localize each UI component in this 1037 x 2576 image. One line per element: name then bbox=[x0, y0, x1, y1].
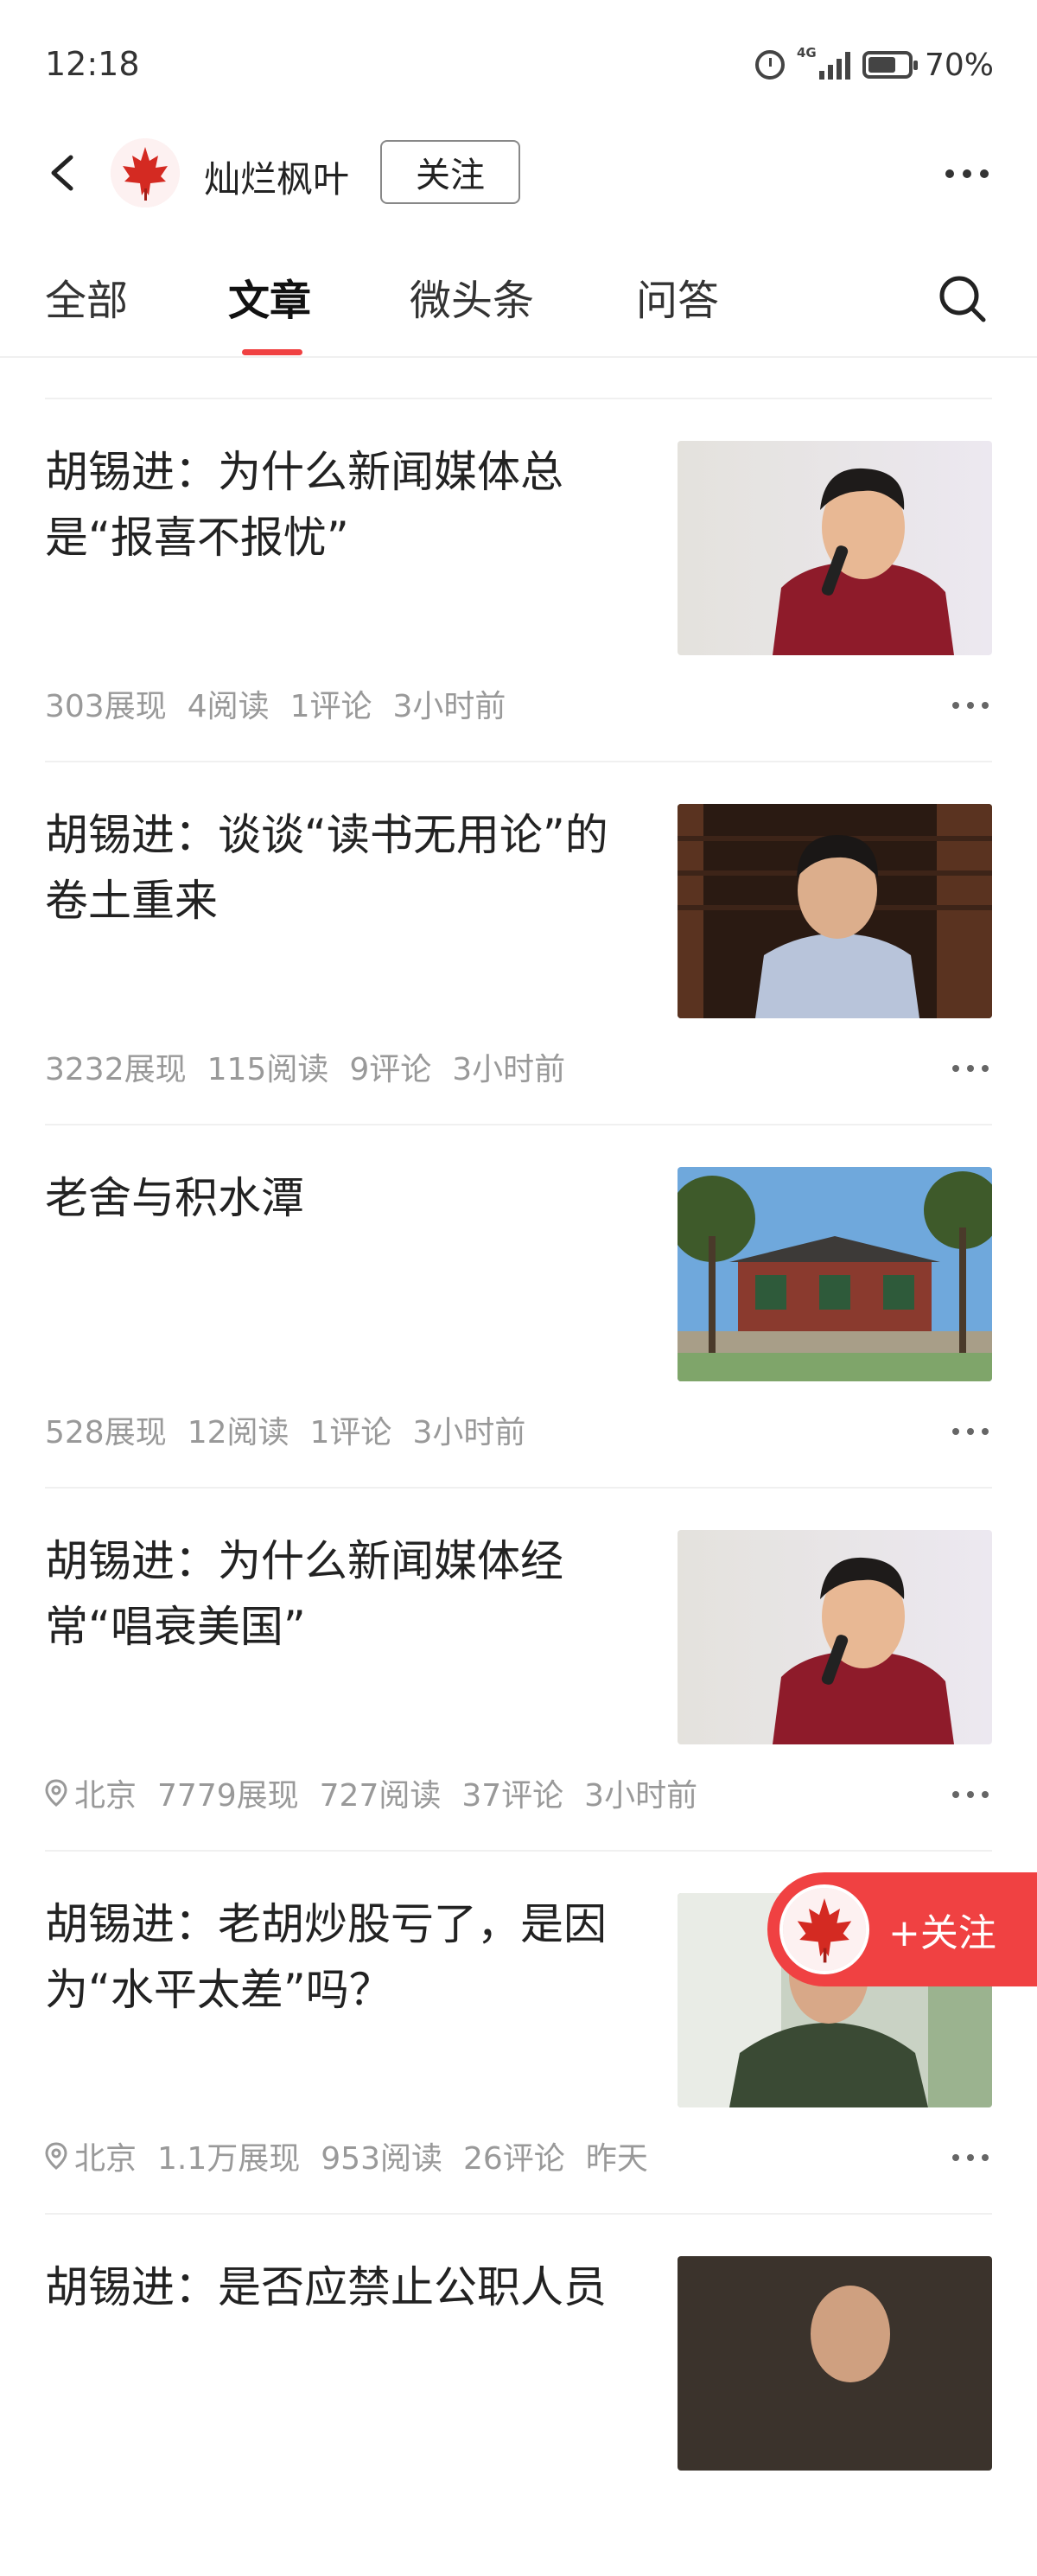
status-bar: 12:18 4G 70% bbox=[0, 0, 1037, 130]
comment-count: 26评论 bbox=[463, 2141, 565, 2177]
tab-all[interactable]: 全部 bbox=[45, 266, 128, 327]
alarm-icon bbox=[754, 50, 785, 80]
article-meta: 303展现 4阅读 1评论 3小时前 bbox=[45, 681, 506, 726]
more-options-icon[interactable] bbox=[945, 169, 989, 178]
location: 北京 bbox=[45, 1770, 137, 1815]
signal-icon: 4G bbox=[796, 45, 850, 80]
follow-button[interactable]: 关注 bbox=[380, 140, 520, 204]
view-count: 528展现 bbox=[45, 1415, 167, 1451]
article-title[interactable]: 胡锡进：为什么新闻媒体经常“唱衰美国” bbox=[45, 1528, 650, 1660]
battery-percent: 70% bbox=[924, 47, 994, 83]
article-more-icon[interactable] bbox=[952, 2154, 989, 2161]
status-time: 12:18 bbox=[45, 45, 140, 83]
search-icon[interactable] bbox=[937, 273, 989, 325]
article-thumbnail[interactable] bbox=[678, 1530, 992, 1744]
view-count: 3232展现 bbox=[45, 1052, 187, 1087]
floating-follow-label: +关注 bbox=[888, 1911, 996, 1955]
read-count: 727阅读 bbox=[319, 1778, 442, 1814]
article-feed: 胡锡进：为什么新闻媒体总是“报喜不报忧” 303展现 4阅读 1评论 3小时前 … bbox=[45, 398, 992, 2576]
location-text: 北京 bbox=[74, 1778, 137, 1814]
back-arrow-icon[interactable] bbox=[45, 154, 80, 192]
article-more-icon[interactable] bbox=[952, 1428, 989, 1435]
publish-time: 3小时前 bbox=[452, 1052, 566, 1087]
comment-count: 1评论 bbox=[289, 689, 372, 724]
article-meta: 北京 7779展现 727阅读 37评论 3小时前 bbox=[45, 1770, 697, 1815]
article-more-icon[interactable] bbox=[952, 1791, 989, 1798]
comment-count: 1评论 bbox=[309, 1415, 392, 1451]
status-icons: 4G 70% bbox=[754, 43, 994, 86]
tab-articles[interactable]: 文章 bbox=[228, 266, 311, 327]
publish-time: 昨天 bbox=[585, 2141, 648, 2177]
article-title[interactable]: 胡锡进：是否应禁止公职人员 bbox=[45, 2254, 650, 2320]
tab-qa[interactable]: 问答 bbox=[636, 266, 719, 327]
location-text: 北京 bbox=[74, 2141, 137, 2177]
comment-count: 9评论 bbox=[349, 1052, 432, 1087]
article-item[interactable]: 胡锡进：为什么新闻媒体总是“报喜不报忧” 303展现 4阅读 1评论 3小时前 bbox=[45, 398, 992, 761]
article-thumbnail[interactable] bbox=[678, 441, 992, 655]
article-more-icon[interactable] bbox=[952, 1065, 989, 1072]
read-count: 115阅读 bbox=[207, 1052, 329, 1087]
article-thumbnail[interactable] bbox=[678, 2256, 992, 2471]
author-header: 灿烂枫叶 关注 bbox=[0, 130, 1037, 216]
article-item[interactable]: 胡锡进：为什么新闻媒体经常“唱衰美国” 北京 7779展现 727阅读 37评论… bbox=[45, 1487, 992, 1850]
article-title[interactable]: 老舍与积水潭 bbox=[45, 1165, 650, 1231]
author-avatar[interactable] bbox=[111, 138, 180, 207]
view-count: 7779展现 bbox=[157, 1778, 299, 1814]
article-item[interactable]: 胡锡进：是否应禁止公职人员 bbox=[45, 2213, 992, 2576]
article-meta: 528展现 12阅读 1评论 3小时前 bbox=[45, 1407, 525, 1452]
article-meta: 3232展现 115阅读 9评论 3小时前 bbox=[45, 1044, 565, 1089]
publish-time: 3小时前 bbox=[584, 1778, 698, 1814]
battery-icon bbox=[862, 51, 918, 79]
tab-bar: 全部 文章 微头条 问答 bbox=[0, 259, 1037, 358]
author-name[interactable]: 灿烂枫叶 bbox=[204, 150, 349, 203]
article-more-icon[interactable] bbox=[952, 702, 989, 709]
article-title[interactable]: 胡锡进：谈谈“读书无用论”的卷土重来 bbox=[45, 802, 650, 934]
tab-micro-headlines[interactable]: 微头条 bbox=[410, 266, 534, 327]
view-count: 1.1万展现 bbox=[157, 2141, 301, 2177]
article-item[interactable]: 胡锡进：谈谈“读书无用论”的卷土重来 3232展现 115阅读 9评论 3小时前 bbox=[45, 761, 992, 1124]
floating-author-avatar bbox=[779, 1884, 869, 1974]
location: 北京 bbox=[45, 2133, 137, 2178]
article-thumbnail[interactable] bbox=[678, 804, 992, 1018]
view-count: 303展现 bbox=[45, 689, 167, 724]
article-title[interactable]: 胡锡进：老胡炒股亏了，是因为“水平太差”吗？ bbox=[45, 1891, 650, 2023]
read-count: 12阅读 bbox=[187, 1415, 289, 1451]
maple-leaf-icon bbox=[783, 1888, 866, 1971]
active-tab-indicator bbox=[242, 349, 302, 355]
location-pin-icon bbox=[45, 2142, 67, 2170]
article-thumbnail[interactable] bbox=[678, 1167, 992, 1381]
read-count: 4阅读 bbox=[187, 689, 270, 724]
article-meta: 北京 1.1万展现 953阅读 26评论 昨天 bbox=[45, 2133, 648, 2178]
article-item[interactable]: 老舍与积水潭 528展现 12阅读 1评论 3小时前 bbox=[45, 1124, 992, 1487]
read-count: 953阅读 bbox=[321, 2141, 442, 2177]
article-title[interactable]: 胡锡进：为什么新闻媒体总是“报喜不报忧” bbox=[45, 439, 650, 571]
publish-time: 3小时前 bbox=[412, 1415, 526, 1451]
publish-time: 3小时前 bbox=[392, 689, 506, 724]
maple-leaf-icon bbox=[111, 138, 180, 207]
comment-count: 37评论 bbox=[461, 1778, 564, 1814]
network-type: 4G bbox=[796, 45, 817, 61]
location-pin-icon bbox=[45, 1779, 67, 1807]
floating-follow-button[interactable]: +关注 bbox=[767, 1872, 1037, 1986]
